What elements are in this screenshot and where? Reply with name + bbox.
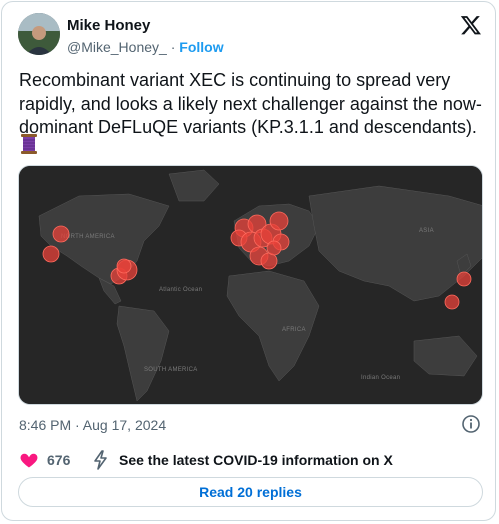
info-icon[interactable]: [461, 414, 481, 434]
marker: [266, 240, 282, 256]
tweet-text: Recombinant variant XEC is continuing to…: [19, 70, 482, 137]
marker: [52, 225, 70, 243]
read-replies-button[interactable]: Read 20 replies: [18, 477, 483, 507]
marker: [444, 294, 460, 310]
tweet-card: Mike Honey @Mike_Honey_ · Follow Recombi…: [1, 1, 496, 521]
like-count[interactable]: 676: [47, 452, 70, 468]
tweet-timestamp[interactable]: 8:46 PM · Aug 17, 2024: [19, 417, 166, 433]
author-handle-row: @Mike_Honey_ · Follow: [67, 39, 224, 55]
map-label-indian: Indian Ocean: [361, 375, 400, 381]
separator-dot: ·: [170, 39, 176, 55]
author-name[interactable]: Mike Honey: [67, 17, 150, 34]
marker: [269, 211, 289, 231]
thread-spool-icon: [21, 134, 37, 154]
action-bar: 676 See the latest COVID-19 information …: [19, 450, 484, 470]
world-map-image[interactable]: NORTH AMERICA Atlantic Ocean ASIA AFRICA…: [18, 165, 483, 405]
marker: [260, 252, 278, 270]
map-label-africa: AFRICA: [282, 327, 306, 333]
follow-button[interactable]: Follow: [179, 39, 223, 55]
marker: [456, 271, 472, 287]
heart-icon[interactable]: [19, 450, 39, 470]
x-logo-icon[interactable]: [460, 14, 482, 36]
map-label-asia: ASIA: [419, 228, 434, 234]
covid-info-link[interactable]: See the latest COVID-19 information on X: [119, 452, 393, 468]
avatar[interactable]: [18, 13, 60, 55]
lightning-bolt-icon: [94, 450, 107, 470]
author-handle[interactable]: @Mike_Honey_: [67, 39, 167, 55]
map-label-south-america: SOUTH AMERICA: [144, 367, 198, 373]
marker: [42, 245, 60, 263]
map-label-atlantic: Atlantic Ocean: [159, 287, 202, 293]
marker: [116, 258, 132, 274]
